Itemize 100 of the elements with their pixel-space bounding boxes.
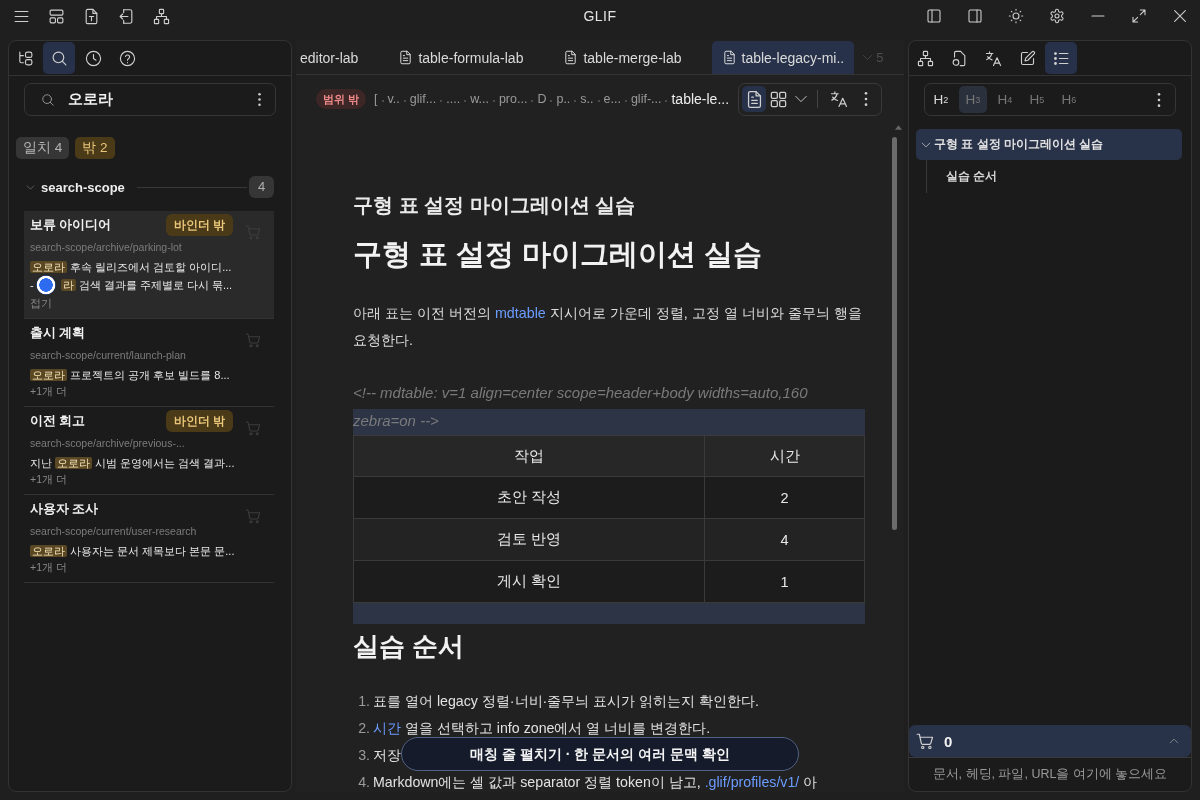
inline-link[interactable]: 시간 <box>373 720 401 736</box>
breadcrumb-link[interactable]: table-le... <box>671 91 730 107</box>
sitemap-icon[interactable] <box>152 7 170 25</box>
search-icon <box>50 49 68 67</box>
outline-item[interactable]: 구형 표 설정 마이그레이션 실습 <box>916 129 1182 160</box>
result-path: search-scope/archive/parking-lot <box>30 240 183 255</box>
breadcrumb-link[interactable]: .... <box>446 92 461 106</box>
scroll-up-arrow-icon[interactable] <box>895 125 902 130</box>
breadcrumb-link[interactable]: [ <box>374 92 378 106</box>
chevron-down-icon <box>862 52 874 63</box>
maximize-icon[interactable] <box>1131 8 1147 24</box>
result-title: 이전 회고 <box>30 412 86 430</box>
result-snippet: - 라 검색 결과를 주제별로 다시 묶... <box>30 275 233 295</box>
document-title: 구형 표 설정 마이그레이션 실습 <box>353 193 637 218</box>
settings-icon[interactable] <box>1049 8 1065 24</box>
outline-item[interactable]: 실습 순서 <box>927 160 998 193</box>
list-item-text: 표를 열어 legacy 정렬·너비·줄무늬 표시가 읽히는지 확인한다. <box>373 692 760 710</box>
chevron-down-icon[interactable] <box>921 139 931 150</box>
table-cell: 초안 작성 <box>353 476 705 519</box>
import-icon[interactable] <box>117 7 135 25</box>
scope-badge: 바인더 밖 <box>165 214 233 236</box>
left-sidebar-icon[interactable] <box>926 8 942 24</box>
match-toggle-link[interactable]: +1개 더 <box>30 385 67 397</box>
result-snippet: 오로라 프로젝트의 공개 후보 빌드를 8... <box>30 368 230 383</box>
cart-toggle[interactable]: 0 <box>909 725 1191 757</box>
cart-icon <box>916 732 934 750</box>
file-icon <box>398 50 414 65</box>
filter-chip[interactable]: 일치 4 <box>16 137 70 159</box>
translate-icon <box>984 49 1002 67</box>
file-link-icon <box>950 49 968 67</box>
table-cell: 4 <box>704 518 865 561</box>
result-snippet: 지난 오로라 시범 운영에서는 검색 결과... <box>30 456 235 471</box>
match-toggle-link[interactable]: +1개 더 <box>30 473 67 485</box>
breadcrumb-link[interactable]: glif-... <box>630 92 662 106</box>
table-cell: 1 <box>704 560 865 603</box>
document-tab[interactable]: table-merge-lab <box>553 41 692 74</box>
breadcrumb-link[interactable]: D <box>537 92 547 106</box>
match-toggle-link[interactable]: 접기 <box>30 297 52 309</box>
breadcrumb-link[interactable]: w... <box>470 92 489 106</box>
table-cell: 2 <box>704 476 865 519</box>
body-paragraph: 아래 표는 이전 버전의 mdtable 지시어로 가운데 정렬, 고정 열 너비와 줄무늬 행을 요청한다. <box>353 304 863 350</box>
scope-badge: 바인더 밖 <box>165 410 233 432</box>
breadcrumb-link[interactable]: pro... <box>498 92 528 106</box>
result-card[interactable]: 사용자 조사 search-scope/current/user-research 오로라 사용자는 문서 제목보다 본문 문... +1개 더 <box>24 495 274 583</box>
list-number: 2. <box>357 719 370 737</box>
search-field[interactable]: 오로라 <box>24 83 276 116</box>
match-toggle-link[interactable]: +1개 더 <box>30 561 67 573</box>
table-cell: 검토 반영 <box>353 518 705 561</box>
list-item-text: Markdown에는 셀 값과 separator 정렬 token이 남고, .glif/profiles/v1/ 아 <box>373 773 818 791</box>
result-path: search-scope/current/launch-plan <box>30 348 187 363</box>
panel-tab[interactable] <box>43 42 75 74</box>
document-view-button[interactable] <box>742 86 766 112</box>
list-number: 3. <box>357 746 370 764</box>
scope-badge: 범위 밖 <box>316 89 367 109</box>
sitemap-icon <box>916 49 934 67</box>
panel-tab[interactable] <box>1045 42 1077 74</box>
pointer-dot-icon <box>35 275 56 295</box>
tree-view-icon <box>16 49 34 67</box>
result-title: 사용자 조사 <box>30 500 99 518</box>
app-title: GLIF <box>583 8 617 24</box>
table-header-cell: 시간 <box>704 435 865 477</box>
file-icon <box>721 50 737 65</box>
document-tab[interactable]: editor-lab <box>296 41 369 74</box>
breadcrumb-link[interactable]: glif... <box>409 92 437 106</box>
grid-view-icon <box>768 89 788 109</box>
result-card[interactable]: 보류 아이디어 바인더 밖 search-scope/archive/parking-lot 오로라 후속 릴리즈에서 검토할 아이디... - 라 검색 결과를 주제별로 다시 묶... 접기 <box>24 211 274 319</box>
result-card[interactable]: 이전 회고 바인더 밖 search-scope/archive/previous-... 지난 오로라 시범 운영에서는 검색 결과... +1개 더 <box>24 407 274 495</box>
table-cell: 게시 확인 <box>353 560 705 603</box>
drop-hint: 문서, 헤딩, 파일, URL을 여기에 놓으세요 <box>909 757 1191 791</box>
heading-2: 실습 순서 <box>353 630 466 663</box>
breadcrumb-link[interactable]: p.. <box>556 92 571 106</box>
result-count: 4 <box>249 176 274 198</box>
translate-icon[interactable] <box>830 90 848 108</box>
layout-icon[interactable] <box>47 7 65 25</box>
clock-icon <box>84 49 102 67</box>
search-icon <box>41 93 55 107</box>
inline-link[interactable]: mdtable <box>494 305 546 321</box>
edit-icon <box>1018 49 1036 67</box>
close-icon[interactable] <box>1172 8 1188 24</box>
result-card[interactable]: 출시 계획 search-scope/current/launch-plan 오로라 프로젝트의 공개 후보 빌드를 8... +1개 더 <box>24 319 274 407</box>
breadcrumb-link[interactable]: s.. <box>580 92 594 106</box>
breadcrumb-link[interactable]: v.. <box>387 92 400 106</box>
list-item-text: 저장 <box>373 746 401 764</box>
inline-link[interactable]: .glif/profiles/v1/ <box>704 774 800 790</box>
list-number: 1. <box>357 692 370 710</box>
result-path: search-scope/current/user-research <box>30 524 198 539</box>
table-header-cell: 작업 <box>353 435 705 477</box>
toast-message: 매칭 줄 펼치기 · 한 문서의 여러 문맥 확인 <box>401 737 799 771</box>
result-snippet: 오로라 후속 릴리즈에서 검토할 아이디... <box>30 260 232 275</box>
help-icon <box>118 49 136 67</box>
filter-chip[interactable]: 밖 2 <box>75 137 115 159</box>
sun-icon[interactable] <box>1008 8 1024 24</box>
document-tab[interactable]: table-formula-lab <box>388 41 534 74</box>
document-tab[interactable]: table-legacy-mi.. <box>711 41 855 74</box>
result-path: search-scope/archive/previous-... <box>30 436 186 451</box>
right-sidebar-icon[interactable] <box>967 8 983 24</box>
breadcrumb-link[interactable]: e... <box>603 92 621 106</box>
list-number: 4. <box>357 773 370 791</box>
list-icon <box>1052 49 1070 67</box>
scrollbar-thumb[interactable] <box>892 137 897 530</box>
